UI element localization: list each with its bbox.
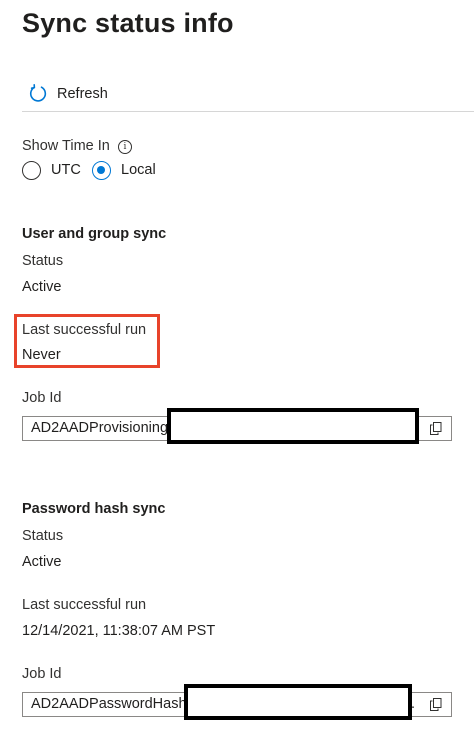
user-group-sync-title: User and group sync	[22, 226, 167, 242]
password-hash-status-value: Active	[22, 554, 62, 570]
radio-utc[interactable]: UTC	[22, 158, 81, 182]
radio-local-circle	[92, 160, 111, 180]
user-group-status-value: Active	[22, 279, 62, 295]
user-group-status-label: Status	[22, 253, 64, 269]
radio-utc-label: UTC	[51, 162, 81, 178]
user-group-job-id-label: Job Id	[22, 390, 62, 406]
refresh-icon	[28, 84, 48, 104]
show-time-in-label: Show Time In	[22, 138, 110, 154]
radio-local[interactable]: Local	[92, 158, 156, 182]
toolbar: Refresh	[0, 76, 474, 112]
refresh-button[interactable]: Refresh	[28, 80, 108, 108]
user-group-last-run-value: Never	[22, 347, 61, 363]
redaction-box	[167, 408, 419, 444]
password-hash-job-id-text: AD2AADPasswordHash.	[31, 696, 191, 712]
copy-button[interactable]	[422, 418, 450, 439]
password-hash-status-label: Status	[22, 528, 64, 544]
copy-icon	[430, 698, 442, 711]
radio-local-label: Local	[121, 162, 156, 178]
toolbar-divider	[22, 111, 474, 112]
radio-utc-circle	[22, 160, 41, 180]
info-icon[interactable]: i	[118, 140, 132, 154]
copy-icon	[430, 422, 442, 435]
redaction-box	[184, 684, 412, 720]
password-hash-last-run-label: Last successful run	[22, 597, 147, 613]
page-title: Sync status info	[22, 8, 234, 38]
copy-button[interactable]	[422, 694, 450, 715]
password-hash-sync-title: Password hash sync	[22, 501, 166, 517]
user-group-job-id-text: AD2AADProvisioning	[31, 420, 169, 436]
password-hash-job-id-label: Job Id	[22, 666, 62, 682]
user-group-last-run-label: Last successful run	[22, 322, 147, 338]
refresh-label: Refresh	[57, 86, 108, 102]
password-hash-last-run-value: 12/14/2021, 11:38:07 AM PST	[22, 623, 216, 639]
